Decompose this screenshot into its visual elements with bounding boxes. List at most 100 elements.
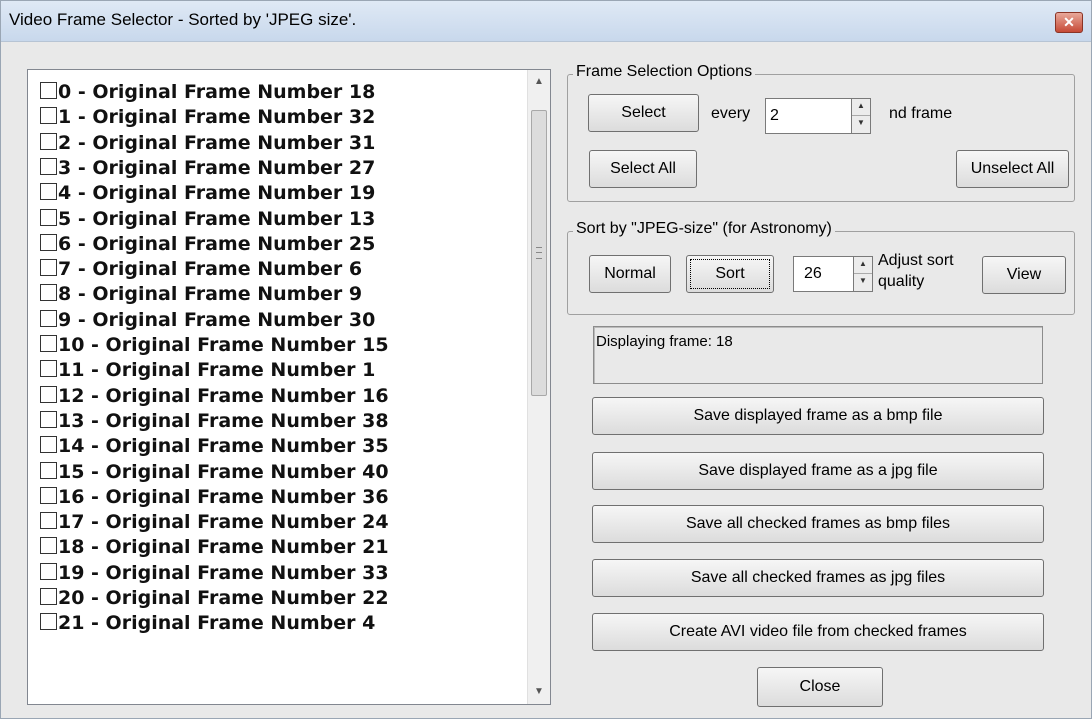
every-stepper-buttons[interactable]: ▲ ▼ xyxy=(851,99,870,133)
checkbox[interactable] xyxy=(40,82,57,99)
quality-stepper-buttons[interactable]: ▲ ▼ xyxy=(853,257,872,291)
spin-down-icon[interactable]: ▼ xyxy=(852,116,870,133)
checkbox[interactable] xyxy=(40,385,57,403)
checkbox[interactable] xyxy=(40,461,57,479)
frame-list[interactable]: ▲ ▼ 0 - Original Frame Number 18 1 - Orig… xyxy=(27,69,551,705)
list-item-label: 21 - Original Frame Number 4 xyxy=(58,612,376,635)
list-item-label: 12 - Original Frame Number 16 xyxy=(58,384,389,407)
list-item[interactable]: 12 - Original Frame Number 16 xyxy=(40,384,389,408)
list-item-label: 20 - Original Frame Number 22 xyxy=(58,587,389,609)
frame-selection-legend: Frame Selection Options xyxy=(573,63,756,81)
checkbox[interactable] xyxy=(40,132,57,150)
list-item[interactable]: 2 - Original Frame Number 31 xyxy=(40,131,375,155)
list-item[interactable]: 17 - Original Frame Number 24 xyxy=(40,510,389,534)
list-item[interactable]: 18 - Original Frame Number 21 xyxy=(40,535,389,559)
scroll-down-arrow-icon[interactable]: ▼ xyxy=(528,682,550,702)
list-item-label: 14 - Original Frame Number 35 xyxy=(58,435,389,458)
list-item[interactable]: 5 - Original Frame Number 13 xyxy=(40,207,375,231)
sort-button[interactable]: Sort xyxy=(686,255,774,293)
normal-button[interactable]: Normal xyxy=(589,255,671,293)
checkbox[interactable] xyxy=(40,309,57,327)
save-all-bmp-button[interactable]: Save all checked frames as bmp files xyxy=(592,505,1044,543)
checkbox[interactable] xyxy=(40,259,57,277)
list-item-label: 9 - Original Frame Number 30 xyxy=(58,308,376,331)
list-item[interactable]: 9 - Original Frame Number 30 xyxy=(40,308,375,332)
list-item-label: 6 - Original Frame Number 25 xyxy=(58,232,376,255)
every-input[interactable] xyxy=(766,99,848,133)
checkbox[interactable] xyxy=(40,613,57,631)
create-avi-button[interactable]: Create AVI video file from checked frame… xyxy=(592,613,1044,651)
quality-stepper[interactable]: ▲ ▼ xyxy=(793,256,873,292)
list-item[interactable]: 14 - Original Frame Number 35 xyxy=(40,434,389,458)
checkbox[interactable] xyxy=(40,562,57,580)
list-item-label: 4 - Original Frame Number 19 xyxy=(58,182,376,205)
save-jpg-button[interactable]: Save displayed frame as a jpg file xyxy=(592,452,1044,490)
scroll-thumb[interactable] xyxy=(531,110,547,396)
video-frame-selector-window: Video Frame Selector - Sorted by 'JPEG s… xyxy=(0,0,1092,719)
scroll-grip-icon xyxy=(536,247,542,259)
list-item[interactable]: 10 - Original Frame Number 15 xyxy=(40,333,389,357)
list-item[interactable]: 7 - Original Frame Number 6 xyxy=(40,257,362,281)
list-item-label: 16 - Original Frame Number 36 xyxy=(58,485,389,508)
checkbox[interactable] xyxy=(40,208,57,226)
close-button[interactable]: Close xyxy=(757,667,883,707)
checkbox[interactable] xyxy=(40,410,57,428)
status-display: Displaying frame: 18 xyxy=(593,326,1043,384)
list-item-label: 8 - Original Frame Number 9 xyxy=(58,283,363,306)
list-scrollbar[interactable]: ▲ ▼ xyxy=(527,70,550,704)
checkbox[interactable] xyxy=(40,284,57,302)
list-item[interactable]: 4 - Original Frame Number 19 xyxy=(40,181,375,205)
focus-ring xyxy=(690,259,770,289)
checkbox[interactable] xyxy=(40,486,57,504)
checkbox[interactable] xyxy=(40,183,57,201)
every-stepper[interactable]: ▲ ▼ xyxy=(765,98,871,134)
spin-down-icon[interactable]: ▼ xyxy=(854,274,872,291)
sort-legend: Sort by "JPEG-size" (for Astronomy) xyxy=(573,220,835,238)
close-icon[interactable]: ✕ xyxy=(1055,12,1083,33)
list-item-label: 3 - Original Frame Number 27 xyxy=(58,156,376,179)
view-button[interactable]: View xyxy=(982,256,1066,294)
list-item[interactable]: 0 - Original Frame Number 18 xyxy=(40,80,375,104)
unselect-all-button[interactable]: Unselect All xyxy=(956,150,1069,188)
checkbox[interactable] xyxy=(40,512,57,530)
spin-up-icon[interactable]: ▲ xyxy=(854,257,872,274)
checkbox[interactable] xyxy=(40,537,57,555)
spin-up-icon[interactable]: ▲ xyxy=(852,99,870,116)
list-item-label: 2 - Original Frame Number 31 xyxy=(58,131,376,154)
select-all-button[interactable]: Select All xyxy=(589,150,697,188)
adjust-sort-label: Adjust sort xyxy=(878,252,954,269)
checkbox[interactable] xyxy=(40,588,57,605)
checkbox[interactable] xyxy=(40,335,57,352)
scroll-up-arrow-icon[interactable]: ▲ xyxy=(528,72,550,92)
list-item-label: 7 - Original Frame Number 6 xyxy=(58,258,363,281)
list-item[interactable]: 8 - Original Frame Number 9 xyxy=(40,282,362,306)
list-item[interactable]: 1 - Original Frame Number 32 xyxy=(40,105,375,129)
list-item[interactable]: 3 - Original Frame Number 27 xyxy=(40,156,375,180)
checkbox[interactable] xyxy=(40,157,57,175)
list-item[interactable]: 20 - Original Frame Number 22 xyxy=(40,586,389,610)
list-item[interactable]: 19 - Original Frame Number 33 xyxy=(40,561,389,585)
checkbox[interactable] xyxy=(40,360,57,378)
list-item[interactable]: 13 - Original Frame Number 38 xyxy=(40,409,389,433)
title-bar[interactable]: Video Frame Selector - Sorted by 'JPEG s… xyxy=(1,1,1091,42)
list-item[interactable]: 11 - Original Frame Number 1 xyxy=(40,358,375,382)
list-item-label: 10 - Original Frame Number 15 xyxy=(58,334,389,356)
list-item[interactable]: 16 - Original Frame Number 36 xyxy=(40,485,389,509)
save-all-jpg-button[interactable]: Save all checked frames as jpg files xyxy=(592,559,1044,597)
list-item[interactable]: 6 - Original Frame Number 25 xyxy=(40,232,375,256)
list-item-label: 17 - Original Frame Number 24 xyxy=(58,511,389,534)
checkbox[interactable] xyxy=(40,233,57,251)
list-item[interactable]: 21 - Original Frame Number 4 xyxy=(40,611,375,635)
list-item-label: 15 - Original Frame Number 40 xyxy=(58,460,389,483)
list-item-label: 11 - Original Frame Number 1 xyxy=(58,359,376,382)
quality-label: quality xyxy=(878,273,925,290)
list-item-label: 5 - Original Frame Number 13 xyxy=(58,207,376,230)
select-button[interactable]: Select xyxy=(588,94,699,132)
status-text: Displaying frame: 18 xyxy=(596,333,733,350)
list-item[interactable]: 15 - Original Frame Number 40 xyxy=(40,460,389,484)
nd-frame-label: nd frame xyxy=(889,105,953,122)
quality-input[interactable] xyxy=(794,257,852,291)
checkbox[interactable] xyxy=(40,107,57,125)
checkbox[interactable] xyxy=(40,436,57,454)
save-bmp-button[interactable]: Save displayed frame as a bmp file xyxy=(592,397,1044,435)
